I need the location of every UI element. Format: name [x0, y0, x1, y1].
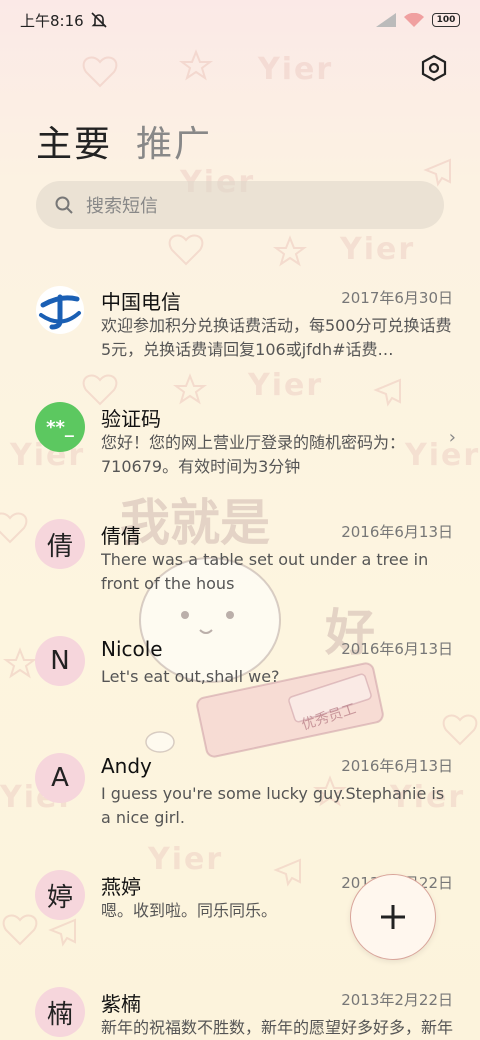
conversation-date: 2017年6月30日	[341, 289, 453, 307]
tab-bar: 主要 推广	[36, 115, 212, 167]
conversation-item[interactable]: A Andy 2016年6月13日 I guess you're some lu…	[0, 738, 480, 855]
conversation-name: Andy	[101, 754, 152, 778]
tab-main[interactable]: 主要	[36, 115, 112, 167]
conversation-item[interactable]: 倩 倩倩 2016年6月13日 There was a table set ou…	[0, 504, 480, 621]
watermark-text: Yier	[258, 52, 334, 87]
avatar: 倩	[35, 519, 85, 569]
plus-icon	[381, 905, 405, 929]
conversation-date: 2016年6月13日	[341, 640, 453, 658]
conversation-name: 倩倩	[101, 524, 141, 548]
status-bar: 上午8:16 100	[0, 0, 480, 40]
conversation-name: 验证码	[101, 407, 161, 431]
status-time: 上午8:16	[20, 11, 84, 30]
conversation-name: 中国电信	[101, 290, 181, 314]
conversation-preview: There was a table set out under a tree i…	[101, 550, 429, 593]
avatar: A	[35, 753, 85, 803]
telecom-logo-icon	[35, 285, 85, 335]
search-placeholder: 搜索短信	[86, 196, 158, 217]
conversation-date: 2016年6月13日	[341, 757, 453, 775]
conversation-preview: 欢迎参加积分兑换话费活动，每500分可兑换话费5元，兑换话费请回复106或jfd…	[101, 316, 452, 359]
conversation-preview: 新年的祝福数不胜数，新年的愿望好多好多，新年的问候依旧美好，在这个温馨的时刻，…	[101, 1018, 453, 1037]
conversation-preview: Let's eat out,shall we?	[101, 667, 280, 686]
battery-indicator: 100	[432, 13, 460, 27]
conversation-name: Nicole	[101, 637, 163, 661]
new-message-button[interactable]	[350, 874, 436, 960]
settings-button[interactable]	[418, 52, 450, 84]
conversation-name: 紫楠	[101, 992, 141, 1016]
search-icon	[55, 196, 73, 214]
avatar: 楠	[35, 987, 85, 1037]
conversation-item[interactable]: 中国电信 2017年6月30日 欢迎参加积分兑换话费活动，每500分可兑换话费5…	[0, 270, 480, 387]
avatar: **_	[35, 402, 85, 452]
conversation-preview: I guess you're some lucky guy.Stephanie …	[101, 784, 445, 827]
conversation-item[interactable]: **_ 验证码 您好！您的网上营业厅登录的随机密码为：710679。有效时间为3…	[0, 387, 480, 504]
conversation-date: 2013年2月22日	[341, 991, 453, 1009]
conversation-name: 燕婷	[101, 875, 141, 899]
avatar: 婷	[35, 870, 85, 920]
hexagon-settings-icon	[421, 54, 447, 82]
search-input[interactable]: 搜索短信	[36, 181, 444, 229]
mute-icon	[90, 11, 108, 29]
conversation-item[interactable]: 楠 紫楠 2013年2月22日 新年的祝福数不胜数，新年的愿望好多好多，新年的问…	[0, 972, 480, 1040]
watermark-text: Yier	[340, 232, 416, 267]
signal-icon	[376, 13, 396, 27]
tab-promotions[interactable]: 推广	[136, 115, 212, 167]
wifi-icon	[404, 13, 424, 27]
conversation-date: 2016年6月13日	[341, 523, 453, 541]
chevron-right-icon[interactable]: ›	[449, 427, 456, 448]
conversation-preview: 您好！您的网上营业厅登录的随机密码为：710679。有效时间为3分钟	[101, 433, 406, 476]
avatar: N	[35, 636, 85, 686]
conversation-item[interactable]: N Nicole 2016年6月13日 Let's eat out,shall …	[0, 621, 480, 738]
